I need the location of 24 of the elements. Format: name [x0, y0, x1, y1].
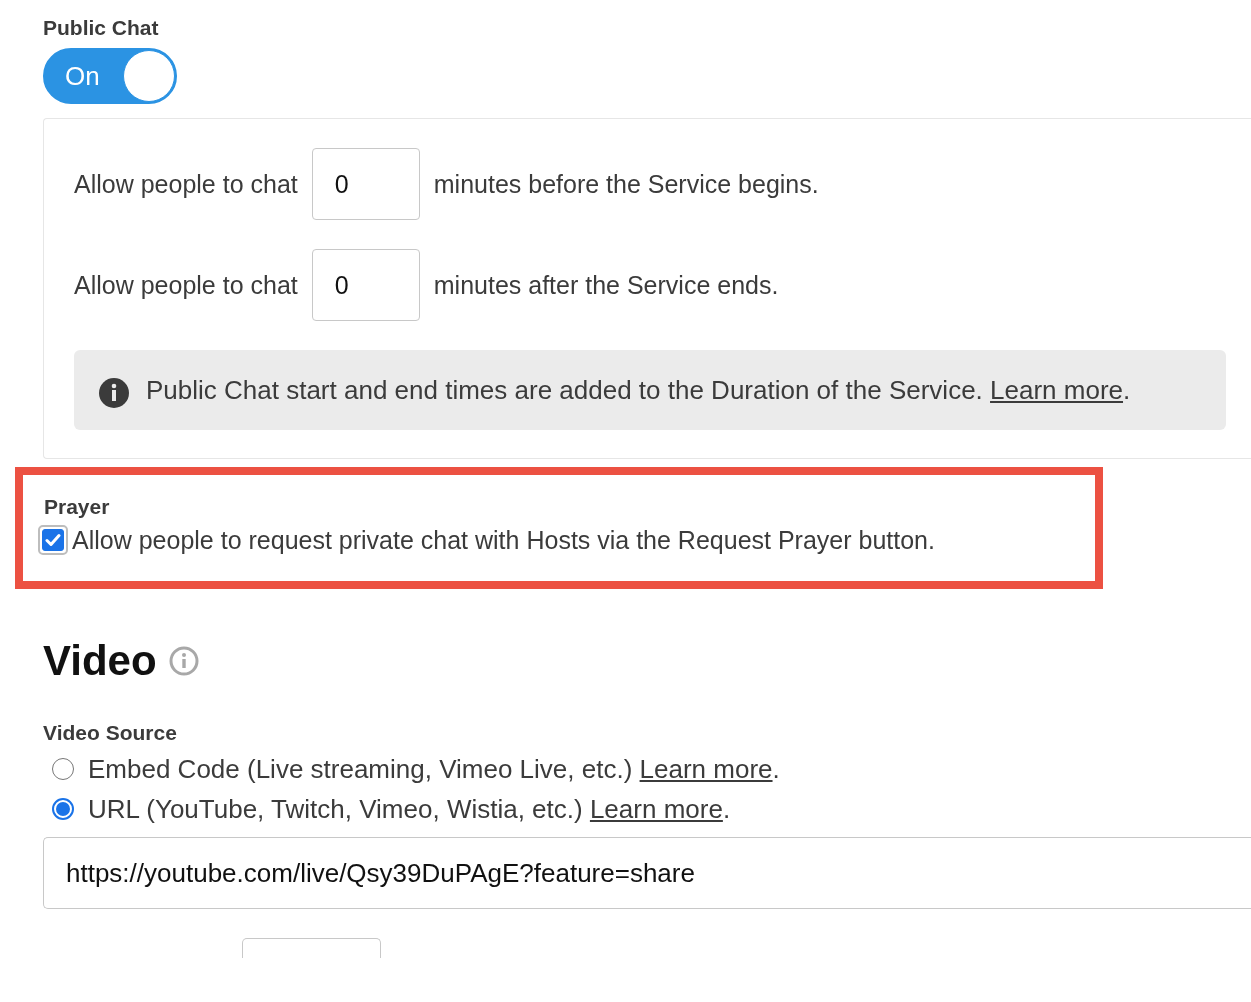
notice-text: Public Chat start and end times are added to the Duration of the Service. Learn more. — [146, 374, 1131, 407]
section-label: Public Chat — [43, 16, 160, 40]
section-label: Prayer — [44, 495, 111, 519]
minutes-input[interactable]: 0 — [311, 249, 420, 321]
checkbox-label: Allow people to request private chat with Hosts via the Request Prayer button. — [72, 525, 935, 555]
checkbox[interactable] — [38, 525, 68, 555]
radio-button[interactable] — [52, 758, 74, 780]
learn-more-link[interactable]: Learn more — [639, 753, 773, 784]
info-icon[interactable] — [168, 646, 199, 676]
radio-button[interactable] — [52, 798, 74, 820]
info-icon — [99, 378, 129, 408]
section-heading: Video — [43, 637, 157, 685]
checkmark-icon — [45, 533, 61, 547]
field-label: Allow people to chat — [74, 270, 298, 300]
field-label: minutes after the Service ends. — [433, 270, 779, 300]
field-label: Allow people to chat — [74, 169, 298, 199]
learn-more-link[interactable]: Learn more — [589, 793, 723, 824]
learn-more-link[interactable]: Learn more — [990, 375, 1123, 405]
option-label: URL (YouTube, Twitch, Vimeo, Wistia, etc.) Learn more. — [88, 793, 731, 825]
minutes-input[interactable]: 0 — [311, 148, 420, 220]
option-label: Embed Code (Live streaming, Vimeo Live, etc.) Learn more. — [88, 753, 780, 785]
url-input[interactable]: https://youtube.com/live/Qsy39DuPAgE?feature=share — [43, 837, 1251, 909]
field-label: minutes before the Service begins. — [433, 169, 819, 199]
field-label: Video Source — [43, 721, 178, 745]
